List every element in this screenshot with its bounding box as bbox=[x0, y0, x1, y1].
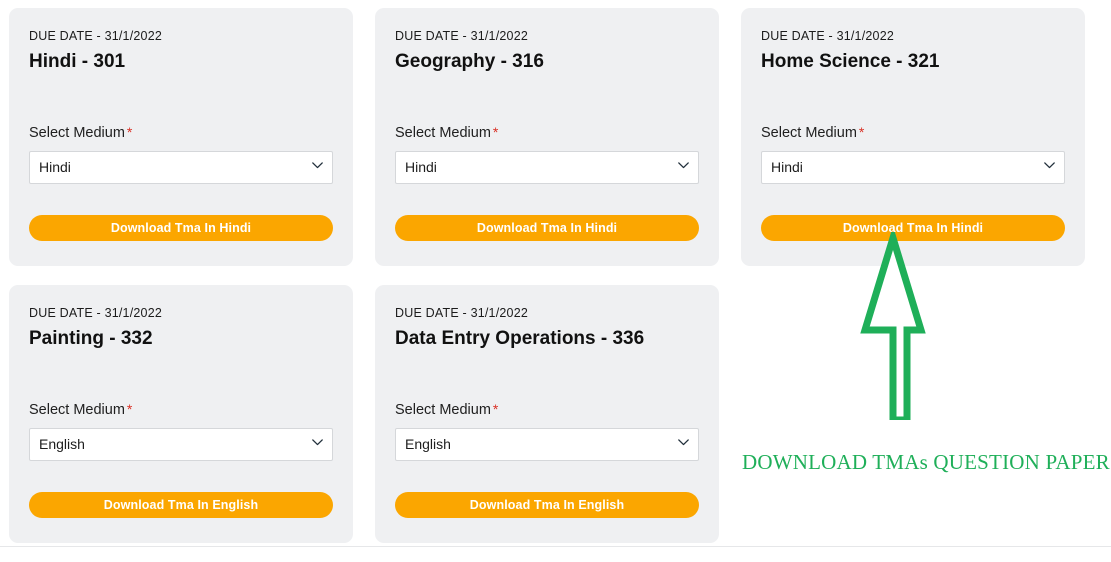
select-medium-label: Select Medium * bbox=[761, 123, 1065, 143]
medium-field-block: Select Medium * English bbox=[395, 400, 699, 461]
required-asterisk: * bbox=[858, 124, 865, 140]
footer-divider bbox=[0, 546, 1111, 547]
course-title: Home Science - 321 bbox=[761, 51, 940, 72]
select-medium-dropdown[interactable]: Hindi bbox=[761, 151, 1065, 184]
medium-field-block: Select Medium * Hindi bbox=[29, 123, 333, 184]
download-tma-button[interactable]: Download Tma In Hindi bbox=[761, 215, 1065, 241]
page-root: DUE DATE - 31/1/2022 Hindi - 301 Select … bbox=[0, 0, 1111, 553]
due-date-label: DUE DATE - 31/1/2022 bbox=[29, 306, 162, 320]
required-asterisk: * bbox=[492, 401, 499, 417]
tma-card: DUE DATE - 31/1/2022 Geography - 316 Sel… bbox=[375, 8, 719, 266]
course-title: Hindi - 301 bbox=[29, 51, 126, 72]
select-medium-wrapper: English bbox=[395, 428, 699, 461]
course-title: Geography - 316 bbox=[395, 51, 544, 72]
select-medium-wrapper: Hindi bbox=[395, 151, 699, 184]
medium-field-block: Select Medium * Hindi bbox=[761, 123, 1065, 184]
download-tma-button[interactable]: Download Tma In English bbox=[29, 492, 333, 518]
course-title: Painting - 332 bbox=[29, 328, 153, 349]
due-date-label: DUE DATE - 31/1/2022 bbox=[395, 29, 528, 43]
select-medium-label-text: Select Medium bbox=[29, 402, 125, 418]
select-medium-dropdown[interactable]: Hindi bbox=[395, 151, 699, 184]
select-medium-label-text: Select Medium bbox=[395, 402, 491, 418]
required-asterisk: * bbox=[126, 401, 133, 417]
select-medium-label: Select Medium * bbox=[29, 123, 333, 143]
download-tma-button[interactable]: Download Tma In Hindi bbox=[29, 215, 333, 241]
select-medium-wrapper: Hindi bbox=[29, 151, 333, 184]
tma-card: DUE DATE - 31/1/2022 Home Science - 321 … bbox=[741, 8, 1085, 266]
select-medium-label: Select Medium * bbox=[29, 400, 333, 420]
required-asterisk: * bbox=[126, 124, 133, 140]
required-asterisk: * bbox=[492, 124, 499, 140]
due-date-label: DUE DATE - 31/1/2022 bbox=[761, 29, 894, 43]
select-medium-label: Select Medium * bbox=[395, 400, 699, 420]
select-medium-label: Select Medium * bbox=[395, 123, 699, 143]
medium-field-block: Select Medium * Hindi bbox=[395, 123, 699, 184]
select-medium-label-text: Select Medium bbox=[761, 125, 857, 141]
course-title: Data Entry Operations - 336 bbox=[395, 328, 645, 349]
tma-card: DUE DATE - 31/1/2022 Hindi - 301 Select … bbox=[9, 8, 353, 266]
tma-card: DUE DATE - 31/1/2022 Data Entry Operatio… bbox=[375, 285, 719, 543]
select-medium-wrapper: English bbox=[29, 428, 333, 461]
select-medium-label-text: Select Medium bbox=[395, 125, 491, 141]
tma-card: DUE DATE - 31/1/2022 Painting - 332 Sele… bbox=[9, 285, 353, 543]
download-tma-button[interactable]: Download Tma In Hindi bbox=[395, 215, 699, 241]
due-date-label: DUE DATE - 31/1/2022 bbox=[29, 29, 162, 43]
select-medium-dropdown[interactable]: English bbox=[395, 428, 699, 461]
due-date-label: DUE DATE - 31/1/2022 bbox=[395, 306, 528, 320]
select-medium-wrapper: Hindi bbox=[761, 151, 1065, 184]
select-medium-dropdown[interactable]: English bbox=[29, 428, 333, 461]
medium-field-block: Select Medium * English bbox=[29, 400, 333, 461]
tma-card-grid: DUE DATE - 31/1/2022 Hindi - 301 Select … bbox=[0, 0, 1111, 562]
select-medium-dropdown[interactable]: Hindi bbox=[29, 151, 333, 184]
download-tma-button[interactable]: Download Tma In English bbox=[395, 492, 699, 518]
select-medium-label-text: Select Medium bbox=[29, 125, 125, 141]
